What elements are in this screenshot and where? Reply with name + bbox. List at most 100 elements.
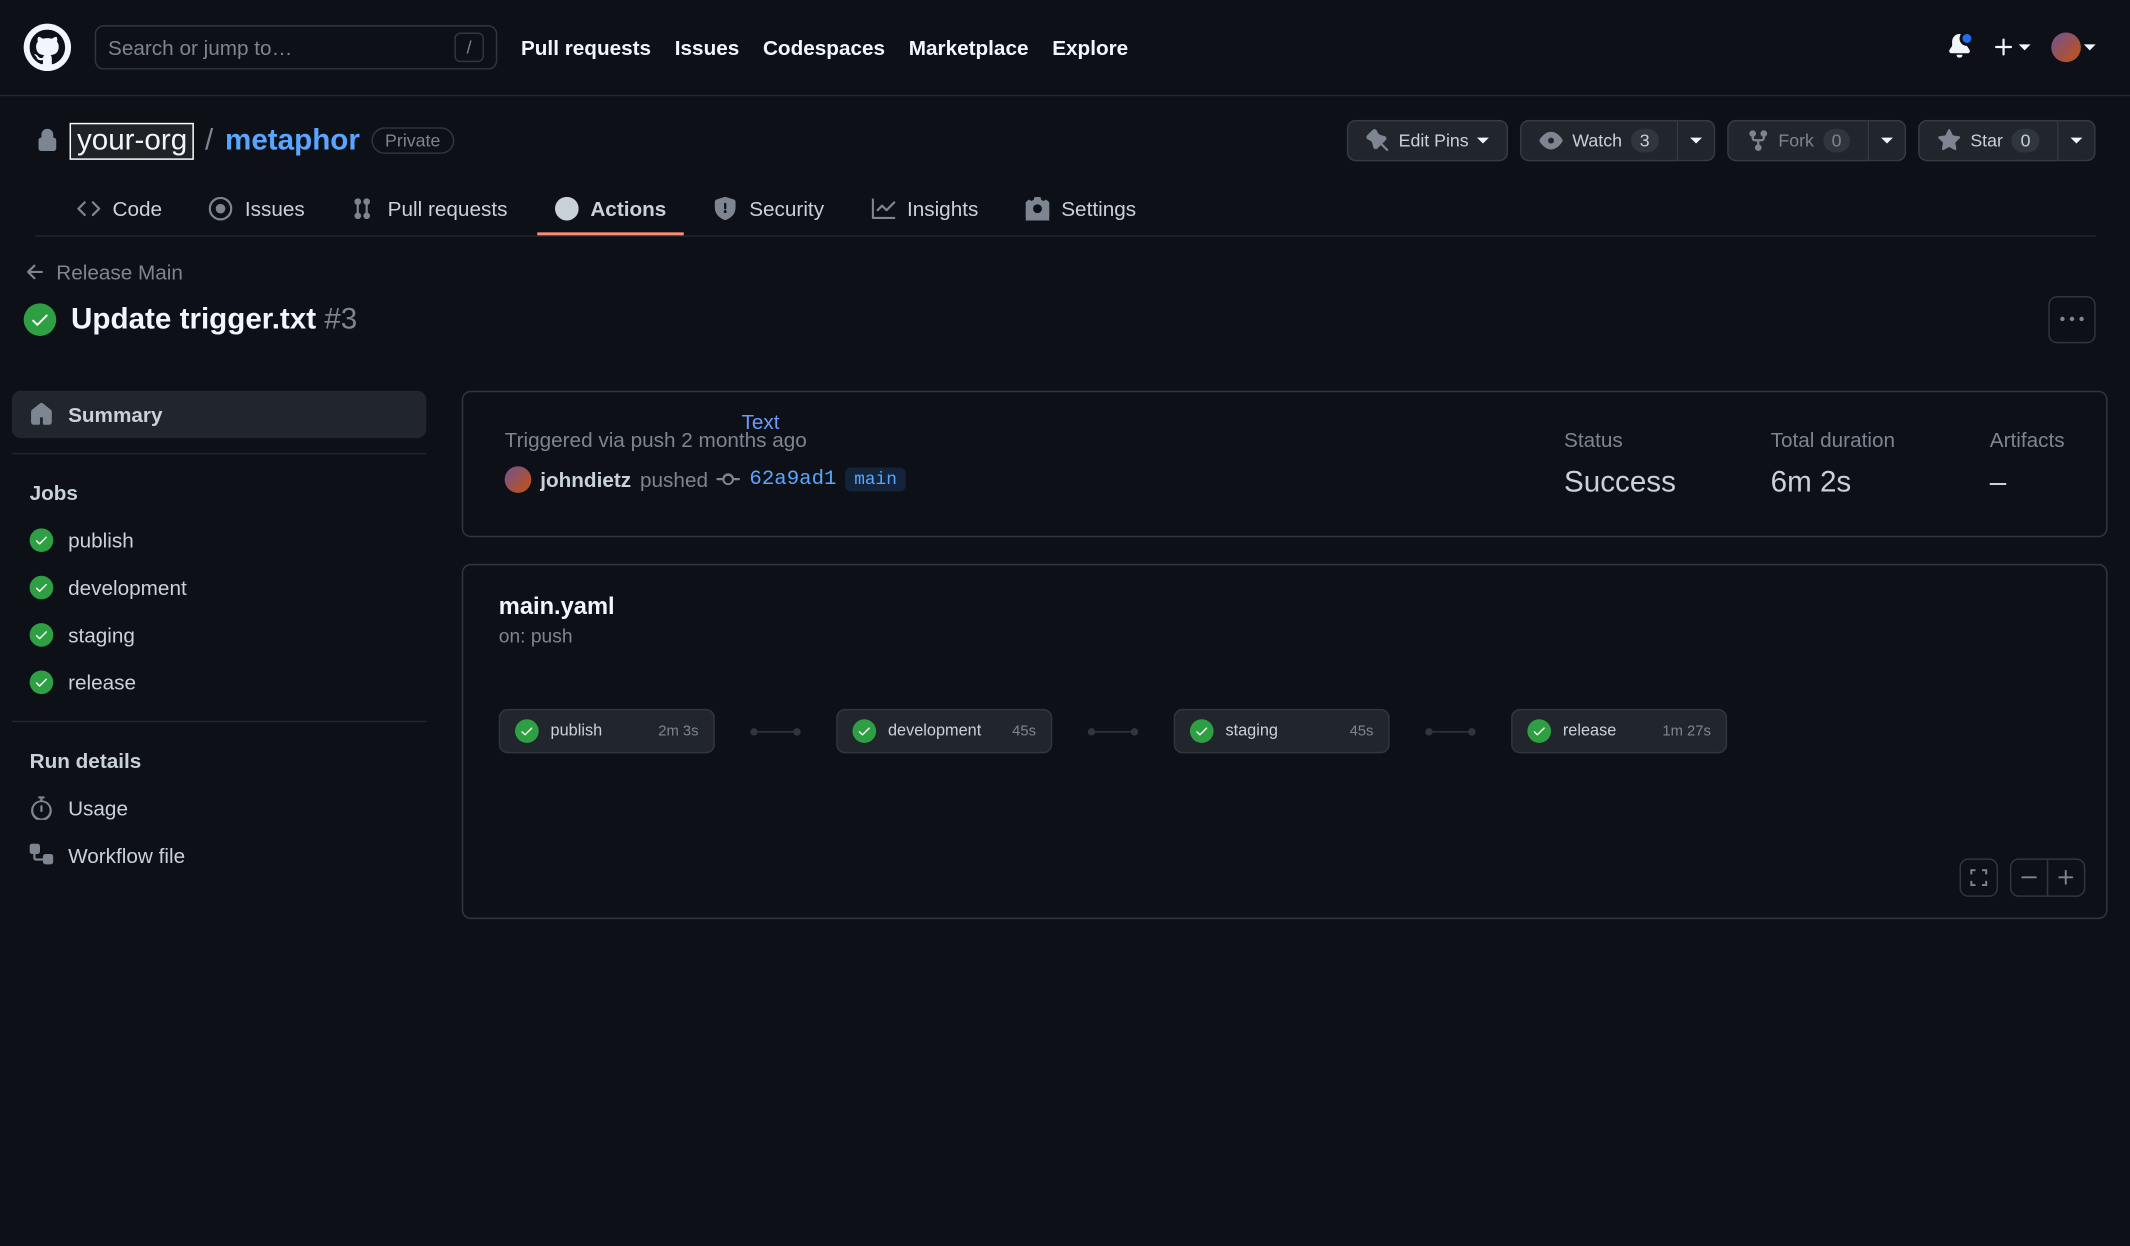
tab-issues-label: Issues [245, 197, 305, 221]
sidebar-summary[interactable]: Summary [12, 391, 426, 438]
graph-zoom-out-button[interactable] [2010, 858, 2048, 896]
watch-button[interactable]: Watch 3 [1520, 120, 1677, 161]
user-avatar [2051, 33, 2081, 63]
graph-node-release[interactable]: release 1m 27s [1511, 709, 1727, 753]
job-success-icon [1527, 719, 1551, 743]
tab-security[interactable]: Security [696, 185, 842, 235]
status-column: Status Success [1564, 428, 1676, 501]
shield-icon [714, 197, 738, 221]
lock-icon [36, 129, 60, 153]
watch-button-group: Watch 3 [1520, 120, 1714, 161]
tab-actions[interactable]: Actions [537, 185, 684, 235]
header-right [1948, 33, 2096, 63]
graph-node-development[interactable]: development 45s [836, 709, 1052, 753]
tab-insights-label: Insights [907, 197, 978, 221]
user-menu[interactable] [2051, 33, 2095, 63]
play-icon [555, 197, 579, 221]
workflow-back-link[interactable]: Release Main [0, 260, 2130, 284]
graph-node-name: release [1563, 722, 1616, 740]
sidebar-job-development[interactable]: development [12, 564, 426, 611]
global-nav: Pull requests Issues Codespaces Marketpl… [521, 36, 1128, 60]
graph-node-duration: 45s [1350, 723, 1374, 739]
actor-avatar[interactable] [505, 466, 532, 493]
sidebar-summary-label: Summary [68, 403, 162, 427]
check-icon [857, 724, 872, 739]
nav-explore[interactable]: Explore [1052, 36, 1128, 60]
caret-down-icon [2084, 44, 2096, 50]
edit-pins-button[interactable]: Edit Pins [1347, 120, 1509, 161]
duration-column: Total duration 6m 2s [1771, 428, 1895, 501]
notifications-button[interactable] [1948, 33, 1972, 61]
github-mark-icon [30, 30, 66, 66]
nav-marketplace[interactable]: Marketplace [909, 36, 1029, 60]
commit-sha-link[interactable]: 62a9ad1 [749, 468, 836, 492]
graph-zoom-in-button[interactable] [2047, 858, 2085, 896]
check-icon [1194, 724, 1209, 739]
workflow-title-row: Update trigger.txt #3 [0, 290, 2130, 367]
fork-label: Fork [1778, 130, 1814, 151]
code-icon [77, 197, 101, 221]
global-search-input[interactable]: Search or jump to… / [95, 25, 498, 69]
sidebar-details-heading: Run details [12, 737, 426, 784]
sidebar-jobs-heading: Jobs [12, 469, 426, 516]
fork-button[interactable]: Fork 0 [1727, 120, 1870, 161]
nav-issues[interactable]: Issues [675, 36, 740, 60]
stopwatch-icon [30, 796, 54, 820]
tab-insights[interactable]: Insights [854, 185, 996, 235]
nav-pull-requests[interactable]: Pull requests [521, 36, 651, 60]
workflow-graph-card: main.yaml on: push publish 2m 3s develop… [462, 564, 2108, 919]
sidebar-job-release[interactable]: release [12, 659, 426, 706]
check-icon [34, 675, 49, 690]
sidebar-job-publish[interactable]: publish [12, 517, 426, 564]
tab-pulls[interactable]: Pull requests [334, 185, 525, 235]
branch-badge[interactable]: main [845, 468, 905, 492]
workflow-more-button[interactable] [2048, 296, 2095, 343]
tab-settings[interactable]: Settings [1008, 185, 1154, 235]
actor-username[interactable]: johndietz [540, 468, 631, 492]
fork-dropdown-button[interactable] [1870, 120, 1907, 161]
sidebar-usage[interactable]: Usage [12, 784, 426, 831]
graph-node-duration: 1m 27s [1662, 723, 1711, 739]
tab-code[interactable]: Code [59, 185, 180, 235]
kebab-icon [2060, 308, 2084, 332]
tab-code-label: Code [112, 197, 162, 221]
graph-node-publish[interactable]: publish 2m 3s [499, 709, 715, 753]
arrow-left-icon [24, 260, 48, 284]
repo-title-row: your-org / metaphor Private Edit Pins Wa… [36, 120, 2096, 161]
job-success-icon [30, 623, 54, 647]
minus-icon [2019, 867, 2040, 888]
create-new-dropdown[interactable] [1992, 36, 2030, 60]
graph-node-duration: 2m 3s [658, 723, 698, 739]
watch-count: 3 [1631, 129, 1659, 153]
nav-codespaces[interactable]: Codespaces [763, 36, 885, 60]
job-success-icon [30, 670, 54, 694]
caret-down-icon [2071, 138, 2083, 144]
tab-security-label: Security [749, 197, 824, 221]
search-slash-hint: / [454, 33, 484, 63]
graph-icon [871, 197, 895, 221]
graph-node-staging[interactable]: staging 45s [1174, 709, 1390, 753]
watch-dropdown-button[interactable] [1678, 120, 1715, 161]
duration-label: Total duration [1771, 428, 1895, 452]
global-header: Search or jump to… / Pull requests Issue… [0, 0, 2130, 96]
caret-down-icon [1690, 138, 1702, 144]
repo-org-link[interactable]: your-org [71, 124, 193, 158]
sidebar-workflow-file[interactable]: Workflow file [12, 832, 426, 879]
trigger-user-row: johndietz pushed 62a9ad1 main [505, 466, 1470, 493]
star-button[interactable]: Star 0 [1919, 120, 2059, 161]
home-icon [30, 403, 54, 427]
workflow-main: Text Triggered via push 2 months ago joh… [462, 391, 2120, 919]
github-logo[interactable] [24, 24, 71, 71]
artifacts-label: Artifacts [1990, 428, 2065, 452]
sidebar-job-staging[interactable]: staging [12, 611, 426, 658]
repo-slash: / [205, 124, 213, 158]
graph-fullscreen-button[interactable] [1960, 858, 1998, 896]
graph-connector [1428, 730, 1472, 731]
graph-node-name: publish [551, 722, 603, 740]
plus-icon [1992, 36, 2016, 60]
repo-name-link[interactable]: metaphor [225, 124, 360, 158]
notification-indicator-dot [1960, 30, 1975, 45]
tab-issues[interactable]: Issues [192, 185, 323, 235]
star-dropdown-button[interactable] [2059, 120, 2096, 161]
check-icon [1532, 724, 1547, 739]
